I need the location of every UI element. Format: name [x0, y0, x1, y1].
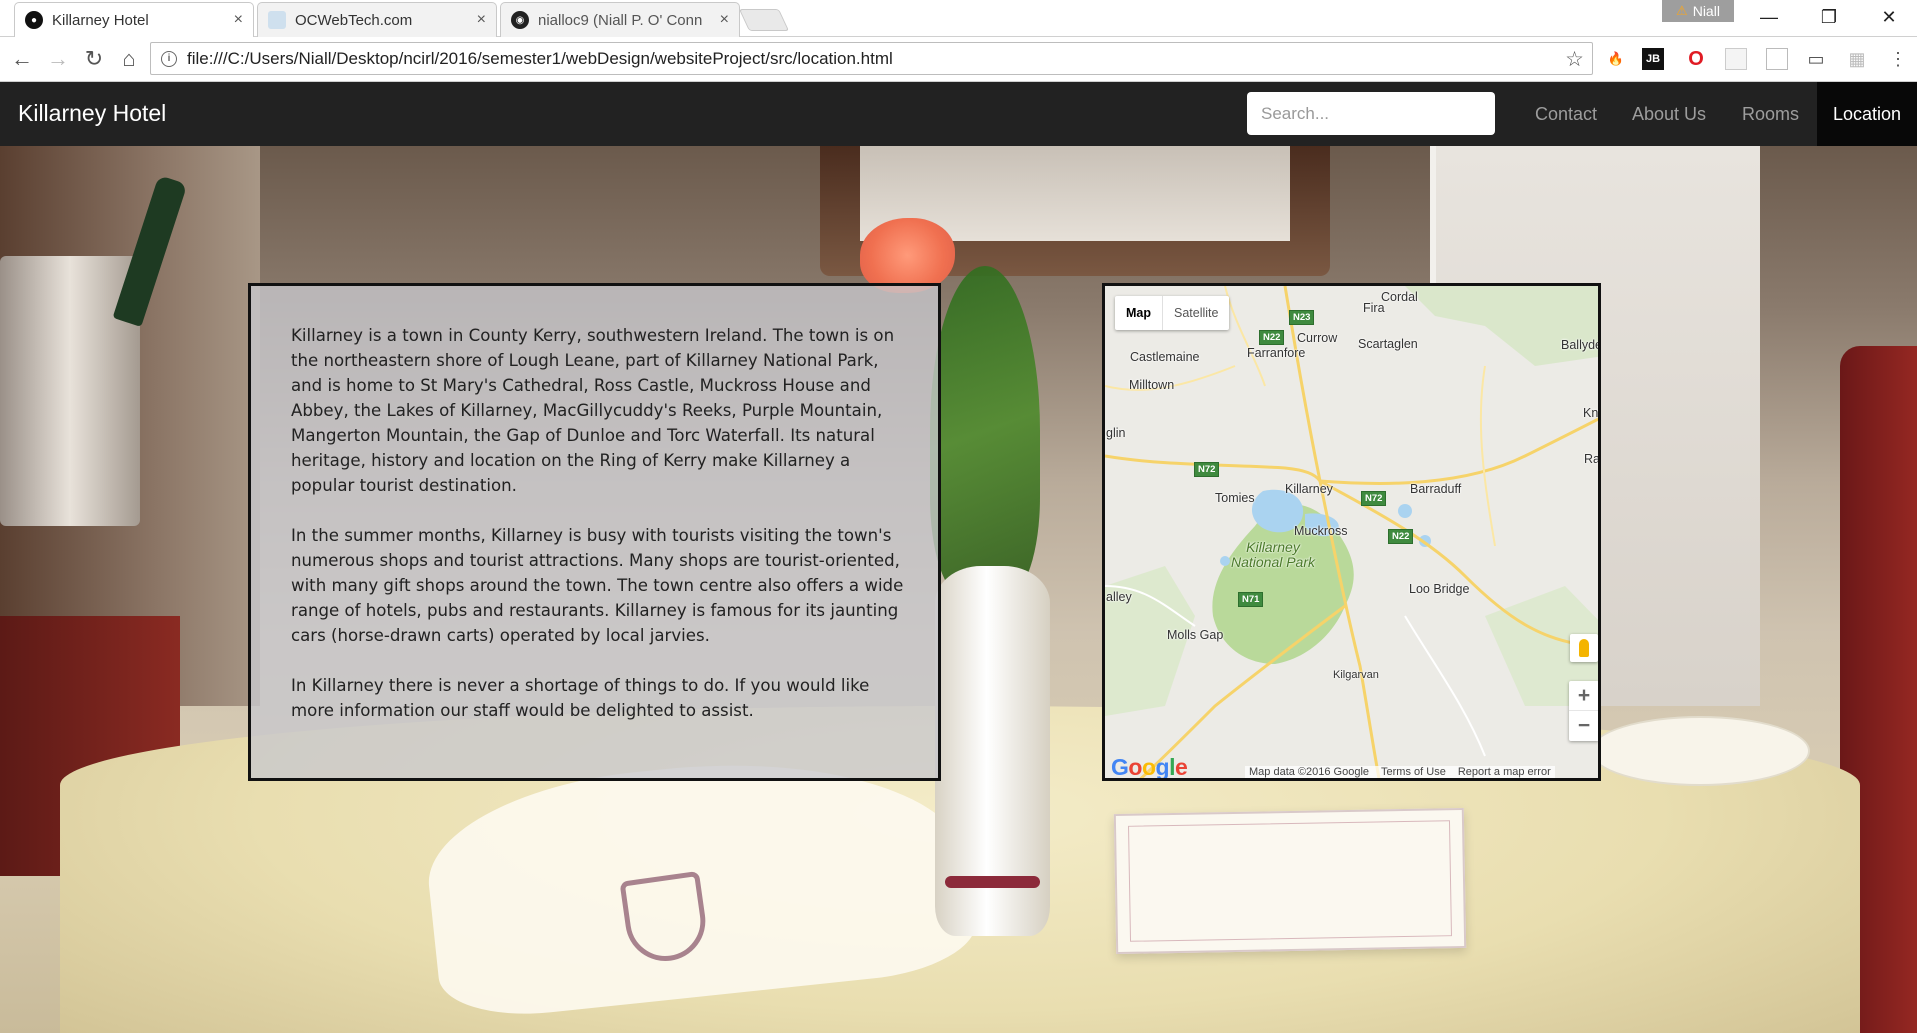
map-label-national-park: Killarney National Park	[1230, 539, 1316, 570]
tab-close-icon[interactable]: ×	[477, 11, 486, 29]
nav-location[interactable]: Location	[1817, 82, 1917, 146]
new-tab-button[interactable]	[738, 9, 790, 31]
tab-github[interactable]: ◉ nialloc9 (Niall P. O' Conn ×	[500, 2, 740, 37]
map-label-loo-bridge: Loo Bridge	[1409, 582, 1470, 596]
map-label-muckross: Muckross	[1294, 524, 1348, 538]
site-navbar: Killarney Hotel Contact About Us Rooms L…	[0, 82, 1917, 146]
map-label-tomies: Tomies	[1215, 491, 1255, 505]
paragraph-summer: In the summer months, Killarney is busy …	[291, 526, 904, 645]
reload-icon[interactable]: ↻	[78, 43, 110, 75]
road-badge: N71	[1238, 592, 1264, 607]
terms-of-use-link[interactable]: Terms of Use	[1381, 766, 1446, 778]
google-map[interactable]: Cordal Fira Currow Farranfore Scartaglen…	[1102, 283, 1601, 781]
flower-leaves	[930, 266, 1040, 596]
tab-title: nialloc9 (Niall P. O' Conn	[538, 11, 703, 29]
tab-killarney-hotel[interactable]: ● Killarney Hotel ×	[14, 2, 254, 37]
side-plate	[1590, 716, 1810, 786]
menu-icon[interactable]: ⋮	[1887, 48, 1909, 70]
map-label-ra: Ra	[1584, 452, 1600, 466]
doc-icon[interactable]	[1725, 48, 1747, 70]
street-view-pegman-icon[interactable]	[1570, 634, 1598, 662]
zoom-in-button[interactable]: +	[1569, 681, 1598, 711]
map-label-kilgarvan: Kilgarvan	[1333, 669, 1379, 681]
tab-close-icon[interactable]: ×	[234, 11, 243, 29]
map-type-satellite-button[interactable]: Satellite	[1163, 296, 1229, 330]
browser-tab-strip: ● Killarney Hotel × OCWebTech.com × ◉ ni…	[0, 0, 1917, 37]
map-label-killarney: Killarney	[1285, 482, 1333, 496]
nav-about-us[interactable]: About Us	[1614, 82, 1724, 146]
github-icon: ◉	[511, 11, 529, 29]
map-label-barraduff: Barraduff	[1410, 482, 1462, 496]
map-type-map-button[interactable]: Map	[1115, 296, 1163, 330]
map-data-text: Map data ©2016 Google	[1249, 766, 1370, 778]
road-badge: N72	[1361, 491, 1387, 506]
search-input[interactable]	[1247, 92, 1495, 135]
forward-icon[interactable]: →	[42, 43, 74, 75]
road-badge: N22	[1388, 529, 1414, 544]
tab-close-icon[interactable]: ×	[720, 11, 729, 29]
grid-icon[interactable]: ▦	[1846, 48, 1868, 70]
map-label-fira: Fira	[1363, 301, 1385, 315]
flame-icon[interactable]: 🔥	[1605, 48, 1627, 70]
jb-icon[interactable]: JB	[1642, 48, 1664, 70]
map-label-farranfore: Farranfore	[1247, 346, 1306, 360]
road-badge: N23	[1289, 310, 1315, 325]
site-brand[interactable]: Killarney Hotel	[18, 100, 166, 127]
tab-title: Killarney Hotel	[52, 11, 149, 29]
back-icon[interactable]: ←	[6, 43, 38, 75]
window-icon[interactable]	[1766, 48, 1788, 70]
restore-button[interactable]: ❐	[1805, 0, 1853, 34]
profile-name: Niall	[1692, 3, 1720, 19]
address-bar[interactable]: i file:///C:/Users/Niall/Desktop/ncirl/2…	[150, 42, 1593, 75]
road-badge: N22	[1259, 330, 1285, 345]
map-label-alley: alley	[1106, 590, 1132, 604]
map-type-control: Map Satellite	[1115, 296, 1230, 330]
favicon-icon: ●	[25, 11, 43, 29]
map-label-castlemaine: Castlemaine	[1130, 350, 1200, 364]
report-map-error-link[interactable]: Report a map error	[1458, 766, 1551, 778]
zoom-out-button[interactable]: −	[1569, 711, 1598, 741]
google-logo[interactable]: Google	[1111, 754, 1188, 778]
tab-title: OCWebTech.com	[295, 11, 413, 29]
url-text: file:///C:/Users/Niall/Desktop/ncirl/201…	[187, 48, 893, 68]
profile-button[interactable]: ⚠ Niall	[1662, 0, 1734, 22]
location-description-panel: Killarney is a town in County Kerry, sou…	[248, 283, 941, 781]
page-info-icon[interactable]: i	[161, 50, 177, 67]
bookmark-star-icon[interactable]: ☆	[1565, 47, 1584, 72]
tab-ocwebtech[interactable]: OCWebTech.com ×	[257, 2, 497, 37]
zoom-control: + −	[1569, 681, 1598, 741]
map-attribution: Map data ©2016 Google Terms of Use Repor…	[1245, 766, 1555, 778]
paragraph-intro: Killarney is a town in County Kerry, sou…	[291, 326, 895, 495]
browser-toolbar: ← → ↻ ⌂ i file:///C:/Users/Niall/Desktop…	[0, 37, 1917, 82]
road-badge: N72	[1194, 462, 1220, 477]
carnation-flower	[860, 218, 955, 293]
vase-band	[945, 876, 1040, 888]
close-window-button[interactable]: ✕	[1865, 0, 1913, 34]
map-label-currow: Currow	[1297, 331, 1338, 345]
table-card	[1113, 807, 1467, 955]
opera-icon[interactable]: O	[1685, 48, 1707, 70]
map-label-milltown: Milltown	[1129, 378, 1175, 392]
nav-contact[interactable]: Contact	[1517, 82, 1615, 146]
cast-icon[interactable]: ▭	[1805, 48, 1827, 70]
map-label-glin: glin	[1106, 426, 1126, 440]
map-label-cordal: Cordal	[1381, 290, 1418, 304]
paragraph-assist: In Killarney there is never a shortage o…	[291, 676, 870, 720]
warning-icon: ⚠	[1676, 3, 1688, 18]
home-icon[interactable]: ⌂	[113, 43, 145, 75]
nav-rooms[interactable]: Rooms	[1724, 82, 1817, 146]
map-label-kn: Kn	[1583, 406, 1599, 420]
favicon-icon	[268, 11, 286, 29]
map-label-ballyde: Ballyde	[1561, 338, 1601, 352]
minimize-button[interactable]: —	[1745, 0, 1793, 34]
map-label-scartaglen: Scartaglen	[1358, 337, 1418, 351]
map-label-molls-gap: Molls Gap	[1167, 628, 1224, 642]
